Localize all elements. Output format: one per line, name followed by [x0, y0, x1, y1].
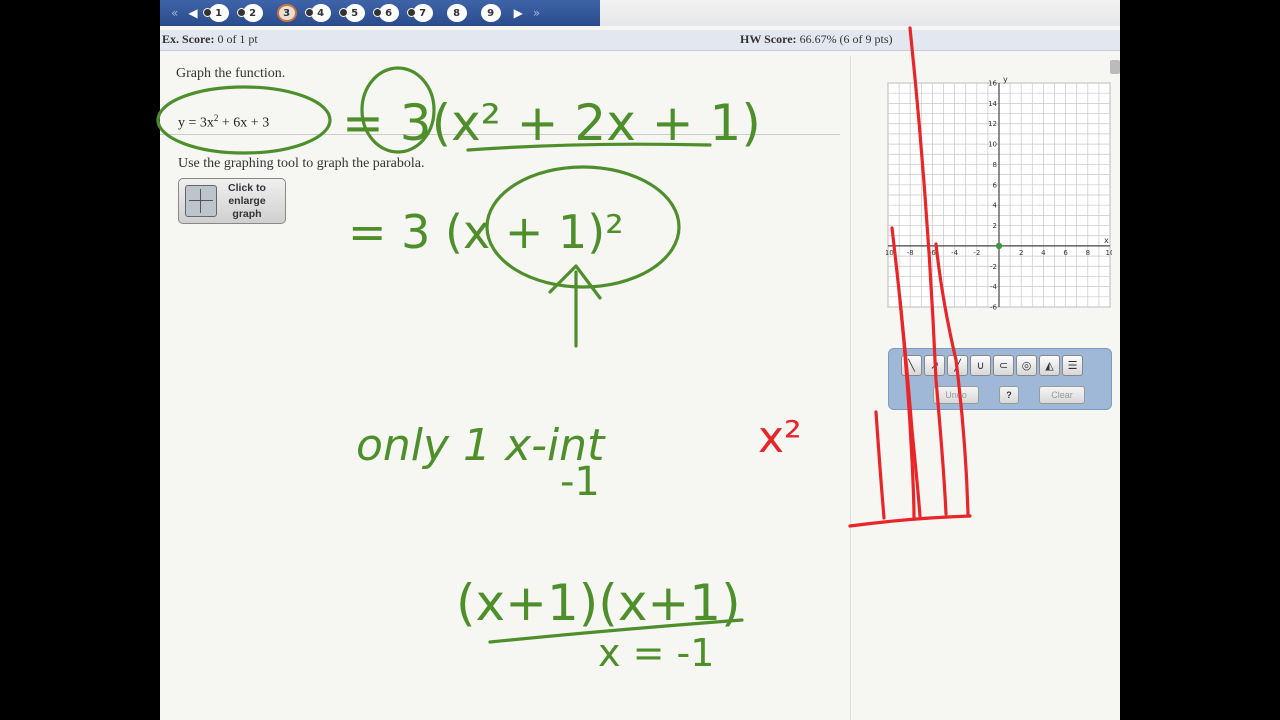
line-tool-icon[interactable]: ╲	[901, 355, 922, 376]
x-tick-label: -6	[929, 249, 937, 257]
curve-tool-icon[interactable]: ⊂	[993, 355, 1014, 376]
y-tick-label: 12	[988, 120, 997, 128]
graph-panel-close-icon[interactable]	[1110, 60, 1120, 74]
exercise-score: Ex. Score: 0 of 1 pt	[162, 32, 258, 46]
segment-tool-icon[interactable]: ╱	[947, 355, 968, 376]
x-tick-label: -2	[973, 249, 980, 257]
question-nav-strip: « ◀ 1 2 3 4 5 6 7 8 9 ▶ »	[160, 0, 600, 26]
question-button-3[interactable]: 3	[276, 4, 297, 22]
question-button-4[interactable]: 4	[304, 4, 331, 22]
answered-check-icon	[304, 8, 314, 17]
ray-tool-icon[interactable]: ↗	[924, 355, 945, 376]
y-tick-label: 8	[993, 161, 997, 169]
circle-tool-icon[interactable]: ◎	[1016, 355, 1037, 376]
question-divider	[160, 134, 840, 135]
plotted-point[interactable]	[995, 242, 1003, 250]
clear-button[interactable]: Clear	[1039, 386, 1085, 404]
answered-check-icon	[372, 8, 382, 17]
answered-check-icon	[338, 8, 348, 17]
question-instruction: Graph the function.	[176, 66, 286, 81]
x-tick-label: -4	[951, 249, 959, 257]
function-equation: y = 3x2 + 6x + 3	[178, 113, 270, 131]
enlarge-graph-label: Click to enlarge graph	[228, 181, 266, 220]
menu-icon[interactable]: ☰	[1062, 355, 1083, 376]
y-tick-label: 6	[993, 181, 998, 189]
question-button-2[interactable]: 2	[236, 4, 263, 22]
help-button[interactable]: ?	[999, 386, 1019, 404]
x-tick-label: 8	[1086, 249, 1090, 257]
panel-separator	[850, 56, 851, 720]
graphing-tool-instruction: Use the graphing tool to graph the parab…	[178, 156, 425, 171]
y-tick-label: 14	[988, 100, 997, 108]
tool-row: ╲ ↗ ╱ ∪ ⊂ ◎ ◭ ☰	[901, 355, 1085, 376]
x-tick-label: -10	[886, 249, 894, 257]
x-axis-label: x	[1104, 236, 1109, 245]
first-question-icon[interactable]: «	[171, 6, 178, 20]
question-button-6[interactable]: 6	[372, 4, 399, 22]
last-question-icon[interactable]: »	[533, 6, 540, 20]
palette-action-row: Undo ? Clear	[933, 386, 1105, 404]
y-axis-label: y	[1003, 75, 1008, 84]
y-tick-label: 4	[993, 202, 998, 210]
coordinate-graph[interactable]: x y -10 -8 -6 -4 -2 2 4 6 8 10 16 14 12 10 8 6 4 2 -2 -4 -6	[886, 75, 1112, 310]
question-button-8[interactable]: 8	[446, 4, 467, 22]
enlarge-graph-button[interactable]: Click to enlarge graph	[178, 178, 286, 224]
x-tick-label: 10	[1106, 249, 1112, 257]
y-tick-label: -6	[990, 304, 998, 311]
undo-button[interactable]: Undo	[933, 386, 979, 404]
answered-check-icon	[406, 8, 416, 17]
homework-score: HW Score: 66.67% (6 of 9 pts)	[740, 32, 893, 46]
y-tick-label: 16	[988, 80, 997, 88]
x-tick-label: 6	[1063, 249, 1068, 257]
question-button-5[interactable]: 5	[338, 4, 365, 22]
x-tick-label: 2	[1019, 249, 1023, 257]
question-nav-bar: « ◀ 1 2 3 4 5 6 7 8 9 ▶ »	[160, 0, 1120, 26]
next-question-icon[interactable]: ▶	[514, 6, 523, 20]
y-tick-label: 2	[993, 222, 997, 230]
question-button-7[interactable]: 7	[406, 4, 433, 22]
parabola-tool-icon[interactable]: ∪	[970, 355, 991, 376]
answered-check-icon	[236, 8, 246, 17]
y-tick-label: -4	[990, 283, 998, 291]
browser-viewport: « ◀ 1 2 3 4 5 6 7 8 9 ▶ » Ex. Score: 0 o…	[160, 0, 1120, 720]
question-button-9[interactable]: 9	[480, 4, 501, 22]
score-bar: Ex. Score: 0 of 1 pt HW Score: 66.67% (6…	[160, 30, 1120, 51]
graphing-tool-palette: ╲ ↗ ╱ ∪ ⊂ ◎ ◭ ☰ Undo ? Clear	[888, 348, 1112, 410]
y-tick-label: -2	[990, 263, 997, 271]
answered-check-icon	[202, 8, 212, 17]
question-button-1[interactable]: 1	[202, 4, 229, 22]
graph-grid-icon	[185, 185, 217, 217]
x-tick-label: -8	[907, 249, 914, 257]
previous-question-icon[interactable]: ◀	[188, 6, 197, 20]
fill-tool-icon[interactable]: ◭	[1039, 355, 1060, 376]
x-tick-label: 4	[1041, 249, 1046, 257]
y-tick-label: 10	[988, 141, 997, 149]
